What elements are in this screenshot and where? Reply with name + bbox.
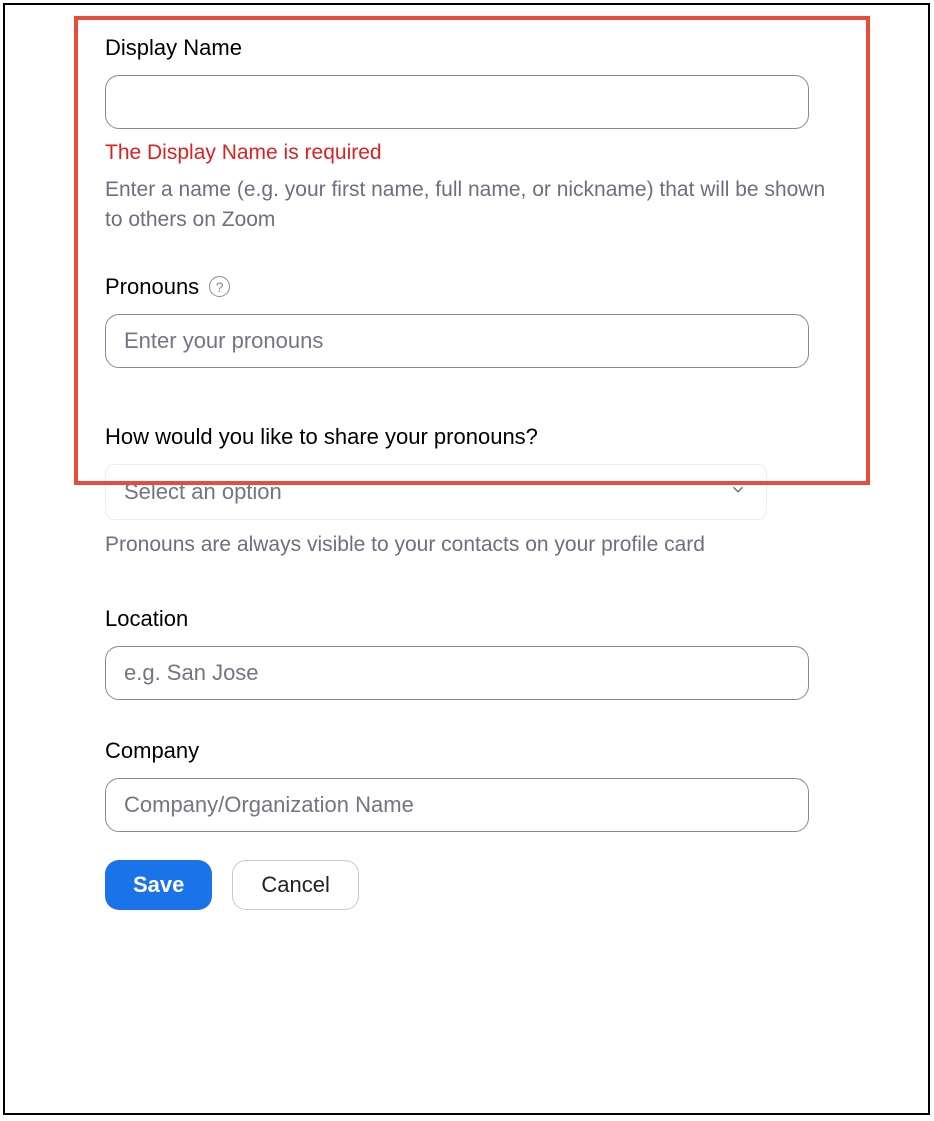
location-field-group: Location (105, 606, 828, 700)
save-button[interactable]: Save (105, 860, 212, 910)
cancel-button[interactable]: Cancel (232, 860, 358, 910)
company-label: Company (105, 738, 828, 764)
company-field-group: Company (105, 738, 828, 832)
pronouns-share-help: Pronouns are always visible to your cont… (105, 530, 828, 560)
form-panel: Display Name The Display Name is require… (3, 3, 930, 1115)
location-input[interactable] (105, 646, 809, 700)
form-button-row: Save Cancel (105, 860, 828, 910)
display-name-help: Enter a name (e.g. your first name, full… (105, 175, 828, 236)
company-input[interactable] (105, 778, 809, 832)
display-name-error: The Display Name is required (105, 141, 828, 165)
display-name-field-group: Display Name The Display Name is require… (105, 35, 828, 236)
pronouns-label: Pronouns (105, 274, 199, 300)
display-name-label: Display Name (105, 35, 828, 61)
display-name-input[interactable] (105, 75, 809, 129)
pronouns-share-label: How would you like to share your pronoun… (105, 424, 828, 450)
pronouns-share-field-group: How would you like to share your pronoun… (105, 424, 828, 560)
pronouns-input[interactable] (105, 314, 809, 368)
question-mark-icon[interactable]: ? (209, 276, 230, 297)
location-label: Location (105, 606, 828, 632)
profile-form: Display Name The Display Name is require… (5, 5, 928, 940)
pronouns-field-group: Pronouns ? (105, 274, 828, 368)
pronouns-share-select[interactable]: Select an option (105, 464, 767, 520)
